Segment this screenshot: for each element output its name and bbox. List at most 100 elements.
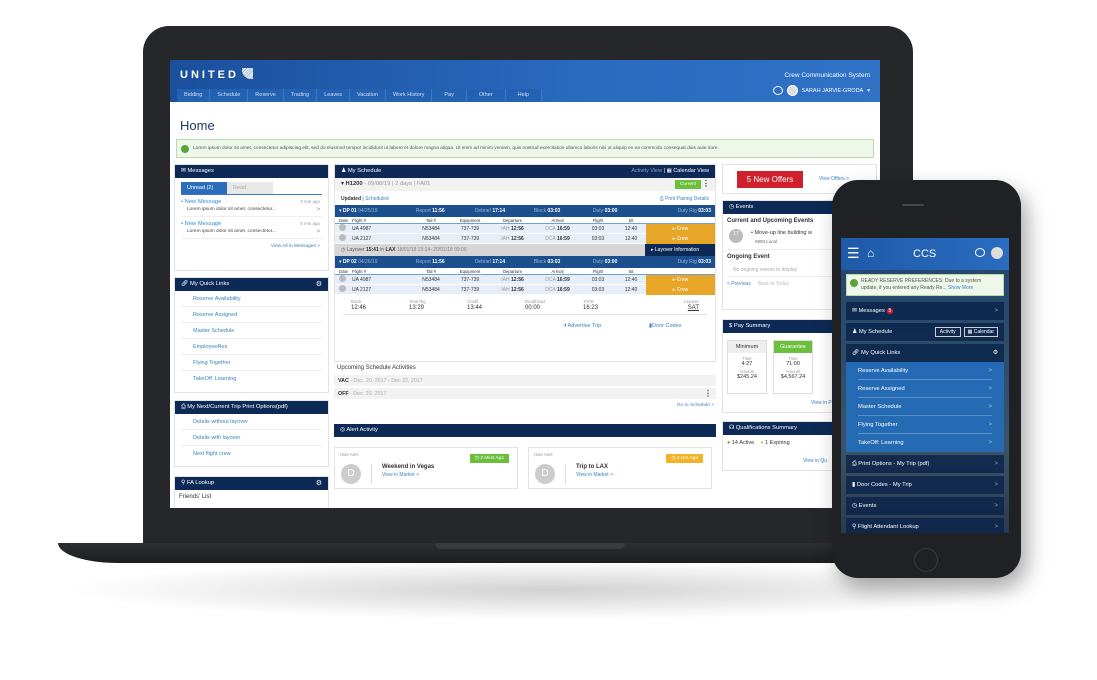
flight-status xyxy=(339,285,352,294)
tab-read[interactable]: Read xyxy=(227,182,273,194)
home-button[interactable] xyxy=(914,548,938,572)
layover-information-button[interactable]: ▸ Layover Information xyxy=(645,244,715,256)
mobile-messages[interactable]: ✉ Messages 5 > xyxy=(846,302,1004,320)
gear-icon[interactable]: ⚙ xyxy=(316,479,322,487)
chevron-right-icon: > xyxy=(988,403,992,410)
view-in-market-link[interactable]: View in Market > xyxy=(576,472,613,478)
show-more-link[interactable]: Show More xyxy=(948,285,973,291)
user-menu[interactable]: SARAH JARVIE-GRODA ▾ xyxy=(772,85,870,96)
back-to-today-link[interactable]: Back to Today xyxy=(758,281,789,287)
pairing-row[interactable]: ▾ H1200 - 09/08/19 | 2 days | FA01 Curre… xyxy=(335,178,715,191)
print-option-link[interactable]: Details with layover xyxy=(181,430,322,446)
quick-link[interactable]: TakeOff: Learning xyxy=(181,371,322,386)
nav-trading[interactable]: Trading xyxy=(284,89,318,102)
event-title-text: Move-up line building w xyxy=(754,230,812,236)
nav-reserve[interactable]: Reserve xyxy=(248,89,284,102)
view-quals-link[interactable]: View in Qu xyxy=(803,458,827,464)
view-in-market-link[interactable]: View in Market > xyxy=(382,472,434,478)
stat-value: 11:56 xyxy=(432,259,445,265)
mobile-events[interactable]: ◷ Events > xyxy=(846,497,1004,515)
tail-number: N53484 xyxy=(422,225,440,232)
crew-button[interactable]: ▸ Crew xyxy=(646,233,715,244)
activity-button[interactable]: Activity xyxy=(934,327,961,337)
message-item[interactable]: • New Message Lorem ipsum dolor sit amet… xyxy=(181,195,322,217)
nav-work-history[interactable]: Work History xyxy=(386,89,433,102)
stat-label: Duty xyxy=(592,208,604,214)
pay-amount: $4,567.24 xyxy=(780,374,806,380)
view-pay-link[interactable]: View in P xyxy=(811,400,832,406)
quick-link[interactable]: Flying Together xyxy=(181,355,322,371)
hamburger-menu-icon[interactable]: ☰ xyxy=(847,245,860,262)
flight-row[interactable]: UA 4987 N53484 737-739 IAH 12:56 DCA 16:59 03… xyxy=(335,223,715,234)
chat-icon[interactable] xyxy=(975,248,985,257)
kebab-menu-icon[interactable]: ⋮ xyxy=(702,179,710,188)
layover-range: 18/01/18 15:14- 20/01/18 09:06 xyxy=(396,247,467,253)
flight-row[interactable]: UA 2127 N53484 737-739 IAH 12:56 DCA 16:59 03… xyxy=(335,284,715,295)
gear-icon[interactable]: ⚙ xyxy=(316,280,322,288)
mobile-quick-link[interactable]: Flying Together > xyxy=(858,416,992,434)
new-offers-button[interactable]: 5 New Offers xyxy=(737,171,803,188)
view-offers-link[interactable]: View Offers > xyxy=(819,176,849,182)
door-codes-link[interactable]: ▮Door Codes xyxy=(649,323,681,329)
mobile-print-options[interactable]: ⎙ Print Options - My Trip (pdf) > xyxy=(846,455,1004,473)
nav-bidding[interactable]: Bidding xyxy=(177,89,211,102)
mobile-door-codes[interactable]: ▮ Door Codes - My Trip > xyxy=(846,476,1004,494)
mobile-quick-link[interactable]: Reserve Availability > xyxy=(858,362,992,380)
nav-other[interactable]: Other xyxy=(467,89,506,102)
mobile-fa-lookup[interactable]: ⚲ Flight Attendant Lookup > xyxy=(846,518,1004,533)
home-icon[interactable]: ⌂ xyxy=(867,246,874,260)
avatar[interactable] xyxy=(991,247,1003,259)
calendar-view-link[interactable]: Calendar View xyxy=(673,168,709,174)
go-to-schedule-link[interactable]: Go to Schedule > xyxy=(334,401,716,410)
message-preview: Lorem ipsum dolor sit amet, consectetur.… xyxy=(187,229,277,234)
nav-schedule[interactable]: Schedule xyxy=(210,89,249,102)
advertise-trip-link[interactable]: ✈Advertise Trip xyxy=(563,323,601,329)
updated-toggle[interactable]: Updated xyxy=(341,196,361,202)
activity-view-link[interactable]: Activity View xyxy=(631,168,662,174)
quick-link[interactable]: Master Schedule xyxy=(181,323,322,339)
crew-button[interactable]: ▸ Crew xyxy=(646,223,715,234)
mobile-quick-link[interactable]: Reserve Assigned > xyxy=(858,380,992,398)
dp-label: DP 02 xyxy=(342,259,357,265)
kebab-menu-icon[interactable]: ⋮ xyxy=(704,389,712,398)
previous-link[interactable]: < Previous xyxy=(727,281,751,287)
column-header: Departure xyxy=(502,269,523,274)
print-option-link[interactable]: Details without layover xyxy=(181,414,322,430)
version-toggle: Updated | Scheduled ⎙ Print Pairing Deta… xyxy=(341,196,709,202)
total-label: Total Rig xyxy=(409,299,426,304)
gear-icon[interactable]: ⚙ xyxy=(993,350,998,356)
view-all-messages-link[interactable]: View All in Messages > xyxy=(175,239,328,254)
print-option-link[interactable]: Next flight crew xyxy=(181,446,322,461)
tail-number: N53484 xyxy=(422,235,440,242)
crew-button[interactable]: ▸ Crew xyxy=(646,284,715,295)
print-pairing-link[interactable]: ⎙ Print Pairing Details xyxy=(660,196,709,202)
duty-period-header[interactable]: ▾ DP 02 04/26/19 Report 11:56 Debrief 17:1… xyxy=(335,256,715,268)
chat-icon[interactable] xyxy=(772,86,783,95)
flight-row[interactable]: UA 2127 N53484 737-739 IAH 12:56 DCA 16:59 03… xyxy=(335,233,715,244)
mobile-quick-link[interactable]: TakeOff: Learning > xyxy=(858,434,992,452)
crew-button[interactable]: ▸ Crew xyxy=(646,274,715,285)
nav-leaves[interactable]: Leaves xyxy=(317,89,350,102)
duty-period-header[interactable]: ▾ DP 01 04/25/19 Report 11:56 Debrief 17:1… xyxy=(335,205,715,217)
menu-label: My Quick Links xyxy=(860,350,901,356)
stat-value: 11:56 xyxy=(432,208,445,214)
activity-item[interactable]: OFF - Dec. 20, 2017 ⋮ xyxy=(334,388,716,399)
tab-unread[interactable]: Unread (2) xyxy=(181,182,227,194)
quick-link[interactable]: Reserve Assigned xyxy=(181,307,322,323)
nav-pay[interactable]: Pay xyxy=(432,89,467,102)
nav-vacation[interactable]: Vacation xyxy=(350,89,386,102)
quick-link[interactable]: EmployeeRes xyxy=(181,339,322,355)
nav-help[interactable]: Help xyxy=(506,89,542,102)
activity-item[interactable]: VAC - Dec. 20, 2017 - Dec 22, 2017 xyxy=(334,375,716,386)
sit-time: 12:40 xyxy=(624,225,638,232)
flight-row[interactable]: UA 4987 N53484 737-739 IAH 12:56 DCA 16:59 03… xyxy=(335,274,715,285)
brand-logo[interactable]: UNITED xyxy=(180,68,253,81)
arrival: DCA 16:59 xyxy=(535,277,580,283)
mobile-quick-link[interactable]: Master Schedule > xyxy=(858,398,992,416)
quick-link[interactable]: Reserve Availability xyxy=(181,291,322,307)
layover-city-link[interactable]: SAT xyxy=(641,305,699,311)
scheduled-toggle[interactable]: Scheduled xyxy=(365,196,389,202)
calendar-button[interactable]: ▦ Calendar xyxy=(963,327,998,337)
mobile-schedule[interactable]: ♟ My Schedule Activity ▦ Calendar xyxy=(846,323,1004,341)
message-item[interactable]: • New Message Lorem ipsum dolor sit amet… xyxy=(181,217,322,239)
